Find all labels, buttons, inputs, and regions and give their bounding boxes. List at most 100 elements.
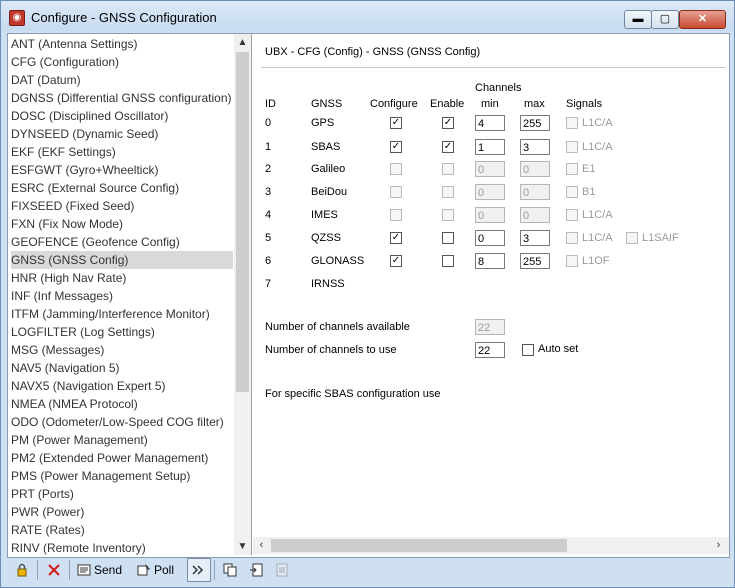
min-channels-field[interactable]: 0 xyxy=(475,230,505,246)
sbas-note: For specific SBAS configuration use xyxy=(265,388,441,400)
sidebar-item[interactable]: GNSS (GNSS Config) xyxy=(11,251,233,269)
signal-label: L1C/A xyxy=(582,117,613,129)
title-bar[interactable]: ◉ Configure - GNSS Configuration ▬ ▢ ✕ xyxy=(1,1,734,31)
copy-icon xyxy=(223,563,237,577)
send-button[interactable]: Send xyxy=(73,558,131,582)
max-channels-field[interactable]: 255 xyxy=(520,115,550,131)
configure-checkbox[interactable]: ✓ xyxy=(390,141,402,153)
sidebar-item[interactable]: ITFM (Jamming/Interference Monitor) xyxy=(11,305,233,323)
signal-label: L1OF xyxy=(582,255,610,267)
sidebar-item[interactable]: NMEA (NMEA Protocol) xyxy=(11,395,233,413)
scroll-up-icon[interactable]: ▲ xyxy=(234,34,251,51)
min-channels-field[interactable]: 4 xyxy=(475,115,505,131)
sidebar-item[interactable]: PMS (Power Management Setup) xyxy=(11,467,233,485)
sidebar-item[interactable]: CFG (Configuration) xyxy=(11,53,233,71)
sidebar-item[interactable]: ESRC (External Source Config) xyxy=(11,179,233,197)
enable-checkbox[interactable] xyxy=(442,209,454,221)
h-scroll-thumb[interactable] xyxy=(271,539,567,552)
scroll-left-icon[interactable]: ‹ xyxy=(253,537,270,554)
auto-poll-button[interactable] xyxy=(187,558,211,582)
panel-horizontal-scrollbar[interactable]: ‹ › xyxy=(253,537,729,554)
signal-checkbox[interactable] xyxy=(566,141,578,153)
paste-button[interactable] xyxy=(271,558,295,582)
configure-checkbox[interactable] xyxy=(390,163,402,175)
sidebar-item[interactable]: ANT (Antenna Settings) xyxy=(11,35,233,53)
signal-checkbox[interactable] xyxy=(566,209,578,221)
sidebar-item[interactable]: RINV (Remote Inventory) xyxy=(11,539,233,555)
configure-checkbox[interactable]: ✓ xyxy=(390,117,402,129)
sidebar-item[interactable]: HNR (High Nav Rate) xyxy=(11,269,233,287)
toolbar-separator xyxy=(214,560,215,580)
sidebar-item[interactable]: DOSC (Disciplined Oscillator) xyxy=(11,107,233,125)
enable-checkbox[interactable] xyxy=(442,255,454,267)
sidebar-item[interactable]: INF (Inf Messages) xyxy=(11,287,233,305)
enable-checkbox[interactable]: ✓ xyxy=(442,141,454,153)
sidebar-item[interactable]: GEOFENCE (Geofence Config) xyxy=(11,233,233,251)
signal-checkbox[interactable] xyxy=(566,186,578,198)
configure-checkbox[interactable]: ✓ xyxy=(390,232,402,244)
lock-icon xyxy=(17,563,27,577)
red-x-icon xyxy=(48,564,60,576)
scroll-right-icon[interactable]: › xyxy=(710,537,727,554)
minimize-button[interactable]: ▬ xyxy=(624,10,652,29)
min-channels-field[interactable]: 1 xyxy=(475,139,505,155)
enable-checkbox[interactable] xyxy=(442,232,454,244)
enable-checkbox[interactable] xyxy=(442,186,454,198)
auto-set-checkbox[interactable] xyxy=(522,344,534,356)
sidebar-item[interactable]: DGNSS (Differential GNSS configuration) xyxy=(11,89,233,107)
list-vertical-scrollbar[interactable]: ▲ ▼ xyxy=(234,34,251,555)
min-channels-field[interactable]: 8 xyxy=(475,253,505,269)
max-channels-field[interactable]: 3 xyxy=(520,230,550,246)
sidebar-item[interactable]: FIXSEED (Fixed Seed) xyxy=(11,197,233,215)
sidebar-item[interactable]: DAT (Datum) xyxy=(11,71,233,89)
sidebar-item[interactable]: PRT (Ports) xyxy=(11,485,233,503)
signal-checkbox[interactable] xyxy=(626,232,638,244)
max-channels-field: 0 xyxy=(520,207,550,223)
sidebar-item[interactable]: MSG (Messages) xyxy=(11,341,233,359)
row-id: 5 xyxy=(265,232,272,244)
sidebar-item[interactable]: PM2 (Extended Power Management) xyxy=(11,449,233,467)
scroll-thumb[interactable] xyxy=(236,52,249,392)
sidebar-item[interactable]: PM (Power Management) xyxy=(11,431,233,449)
copy-button[interactable] xyxy=(219,558,243,582)
scroll-down-icon[interactable]: ▼ xyxy=(234,538,251,555)
sidebar-item[interactable]: ESFGWT (Gyro+Wheeltick) xyxy=(11,161,233,179)
signal-checkbox[interactable] xyxy=(566,163,578,175)
sidebar-item[interactable]: DYNSEED (Dynamic Seed) xyxy=(11,125,233,143)
sidebar-item[interactable]: ODO (Odometer/Low-Speed COG filter) xyxy=(11,413,233,431)
lock-button[interactable] xyxy=(11,558,35,582)
row-gnss-name: BeiDou xyxy=(311,186,348,198)
enable-checkbox[interactable]: ✓ xyxy=(442,117,454,129)
signal-checkbox[interactable] xyxy=(566,232,578,244)
col-configure: Configure xyxy=(370,98,418,110)
min-channels-field: 0 xyxy=(475,207,505,223)
configure-checkbox[interactable] xyxy=(390,209,402,221)
row-id: 0 xyxy=(265,117,272,129)
sidebar-item[interactable]: NAV5 (Navigation 5) xyxy=(11,359,233,377)
configure-checkbox[interactable] xyxy=(390,186,402,198)
poll-button[interactable]: Poll xyxy=(133,558,187,582)
close-button[interactable]: ✕ xyxy=(679,10,726,29)
sidebar-item[interactable]: RATE (Rates) xyxy=(11,521,233,539)
signal-checkbox[interactable] xyxy=(566,255,578,267)
configure-checkbox[interactable]: ✓ xyxy=(390,255,402,267)
signal-checkbox[interactable] xyxy=(566,117,578,129)
channels-to-use-field[interactable]: 22 xyxy=(475,342,505,358)
enable-checkbox[interactable] xyxy=(442,163,454,175)
sidebar-item[interactable]: NAVX5 (Navigation Expert 5) xyxy=(11,377,233,395)
sidebar-item[interactable]: LOGFILTER (Log Settings) xyxy=(11,323,233,341)
max-channels-field[interactable]: 3 xyxy=(520,139,550,155)
toolbar-separator xyxy=(69,560,70,580)
sidebar-item[interactable]: PWR (Power) xyxy=(11,503,233,521)
col-enable: Enable xyxy=(430,98,465,110)
row-id: 4 xyxy=(265,209,272,221)
max-channels-field[interactable]: 255 xyxy=(520,253,550,269)
sidebar-item[interactable]: EKF (EKF Settings) xyxy=(11,143,233,161)
import-icon xyxy=(250,563,263,577)
maximize-button[interactable]: ▢ xyxy=(651,10,679,29)
import-button[interactable] xyxy=(245,558,269,582)
row-gnss-name: GPS xyxy=(311,117,335,129)
toolbar-separator xyxy=(37,560,38,580)
sidebar-item[interactable]: FXN (Fix Now Mode) xyxy=(11,215,233,233)
cancel-button[interactable] xyxy=(43,558,67,582)
